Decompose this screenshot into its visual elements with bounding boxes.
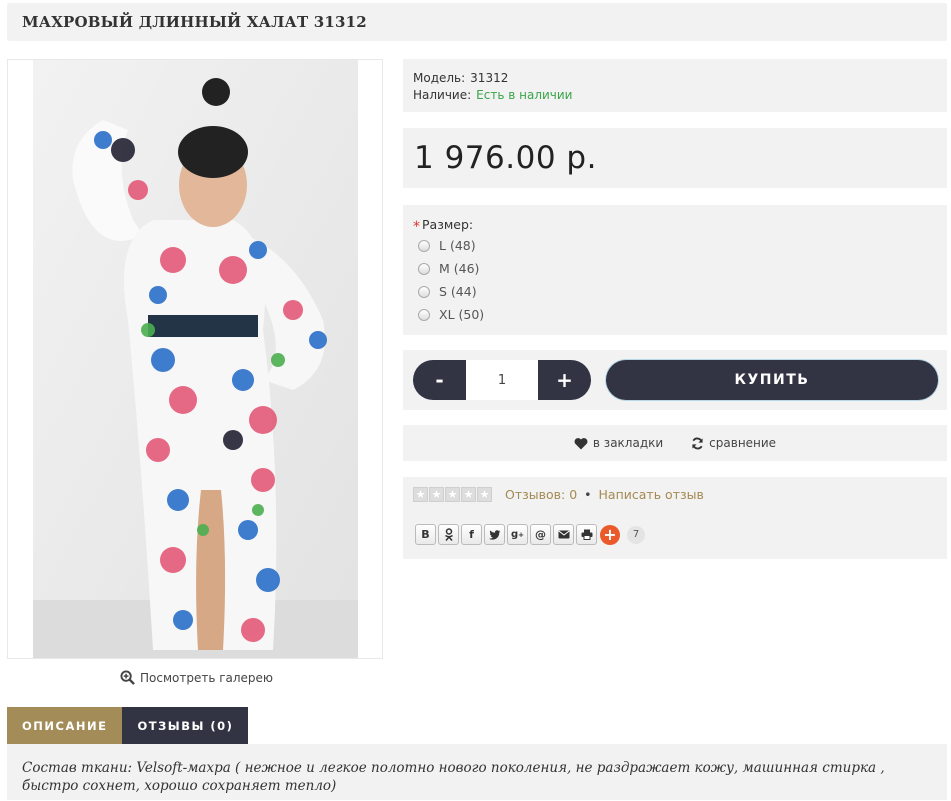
star-icon: ★: [413, 487, 428, 502]
size-label: * Размер:: [413, 217, 473, 235]
size-option-xl[interactable]: XL (50): [418, 307, 484, 322]
twitter-share-icon[interactable]: [484, 524, 505, 545]
star-icon: ★: [429, 487, 444, 502]
quantity-stepper: - +: [413, 360, 591, 400]
product-image-frame[interactable]: [7, 59, 383, 659]
size-option-label: XL (50): [439, 307, 485, 322]
view-gallery-link[interactable]: Посмотреть галерею: [120, 670, 273, 685]
radio-button[interactable]: [418, 308, 430, 321]
size-option-label: L (48): [439, 238, 476, 253]
compare-label: сравнение: [709, 436, 777, 450]
model-label: Модель:: [413, 71, 466, 85]
title-bar: МАХРОВЫЙ ДЛИННЫЙ ХАЛАТ 31312: [7, 3, 947, 41]
vk-share-icon[interactable]: В: [415, 524, 436, 545]
star-icon: ★: [461, 487, 476, 502]
star-icon: ★: [445, 487, 460, 502]
add-to-compare-link[interactable]: сравнение: [691, 436, 776, 450]
size-options: * Размер: L (48) M (46) S (44) XL (50): [403, 205, 947, 335]
rating-row: ★ ★ ★ ★ ★ Отзывов: 0 • Написать отзыв: [413, 487, 704, 502]
rating-stars: ★ ★ ★ ★ ★: [413, 487, 492, 502]
reviews-count-link[interactable]: Отзывов: 0: [505, 487, 577, 502]
tab-reviews[interactable]: ОТЗЫВЫ (0): [122, 707, 249, 744]
model-row: Модель: 31312: [413, 70, 937, 87]
star-icon: ★: [477, 487, 492, 502]
radio-button[interactable]: [418, 285, 430, 298]
tab-description[interactable]: ОПИСАНИЕ: [7, 707, 123, 744]
product-title: МАХРОВЫЙ ДЛИННЫЙ ХАЛАТ 31312: [22, 13, 367, 31]
gallery-link-label: Посмотреть галерею: [140, 670, 274, 685]
share-buttons: В f g + @ + 7: [415, 524, 645, 545]
size-option-m[interactable]: M (46): [418, 261, 479, 276]
heart-icon: [574, 437, 588, 449]
product-image[interactable]: [33, 60, 358, 658]
buy-panel: - + КУПИТЬ: [403, 350, 947, 410]
size-option-s[interactable]: S (44): [418, 284, 477, 299]
stock-row: Наличие: Есть в наличии: [413, 87, 937, 104]
size-option-l[interactable]: L (48): [418, 238, 476, 253]
price-panel: 1 976.00 р.: [403, 128, 947, 188]
write-review-link[interactable]: Написать отзыв: [599, 487, 704, 502]
product-tabs: ОПИСАНИЕ ОТЗЫВЫ (0): [7, 707, 249, 744]
buy-button[interactable]: КУПИТЬ: [606, 360, 938, 400]
size-option-label: S (44): [439, 284, 477, 299]
print-icon[interactable]: [576, 524, 597, 545]
increase-quantity-button[interactable]: +: [538, 360, 591, 400]
decrease-quantity-button[interactable]: -: [413, 360, 466, 400]
product-meta: Модель: 31312 Наличие: Есть в наличии: [403, 59, 947, 112]
required-mark: *: [413, 219, 420, 235]
email-share-icon[interactable]: [553, 524, 574, 545]
facebook-share-icon[interactable]: f: [461, 524, 482, 545]
description-panel: Состав ткани: Velsoft-махра ( нежное и л…: [7, 744, 947, 800]
stock-status: Есть в наличии: [476, 88, 573, 102]
radio-button[interactable]: [418, 262, 430, 275]
google-plus-share-icon[interactable]: g +: [507, 524, 528, 545]
size-label-text: Размер:: [422, 217, 474, 232]
mail-ru-share-icon[interactable]: @: [530, 524, 551, 545]
zoom-in-icon: [120, 670, 135, 685]
size-option-label: M (46): [439, 261, 480, 276]
description-text: Состав ткани: Velsoft-махра ( нежное и л…: [22, 760, 885, 794]
wishlist-label: в закладки: [592, 436, 664, 450]
odnoklassniki-share-icon[interactable]: [438, 524, 459, 545]
separator: •: [584, 487, 592, 502]
quantity-input[interactable]: [466, 360, 538, 400]
rating-share-panel: ★ ★ ★ ★ ★ Отзывов: 0 • Написать отзыв В …: [403, 477, 947, 559]
share-count: 7: [627, 525, 645, 544]
refresh-icon: [692, 437, 703, 449]
model-value: 31312: [470, 71, 509, 85]
wishlist-compare-panel: в закладки сравнение: [403, 425, 947, 461]
add-to-wishlist-link[interactable]: в закладки: [574, 436, 663, 450]
product-price: 1 976.00 р.: [414, 140, 597, 176]
stock-label: Наличие:: [413, 88, 472, 102]
radio-button[interactable]: [418, 239, 430, 252]
more-share-icon[interactable]: +: [600, 524, 620, 545]
